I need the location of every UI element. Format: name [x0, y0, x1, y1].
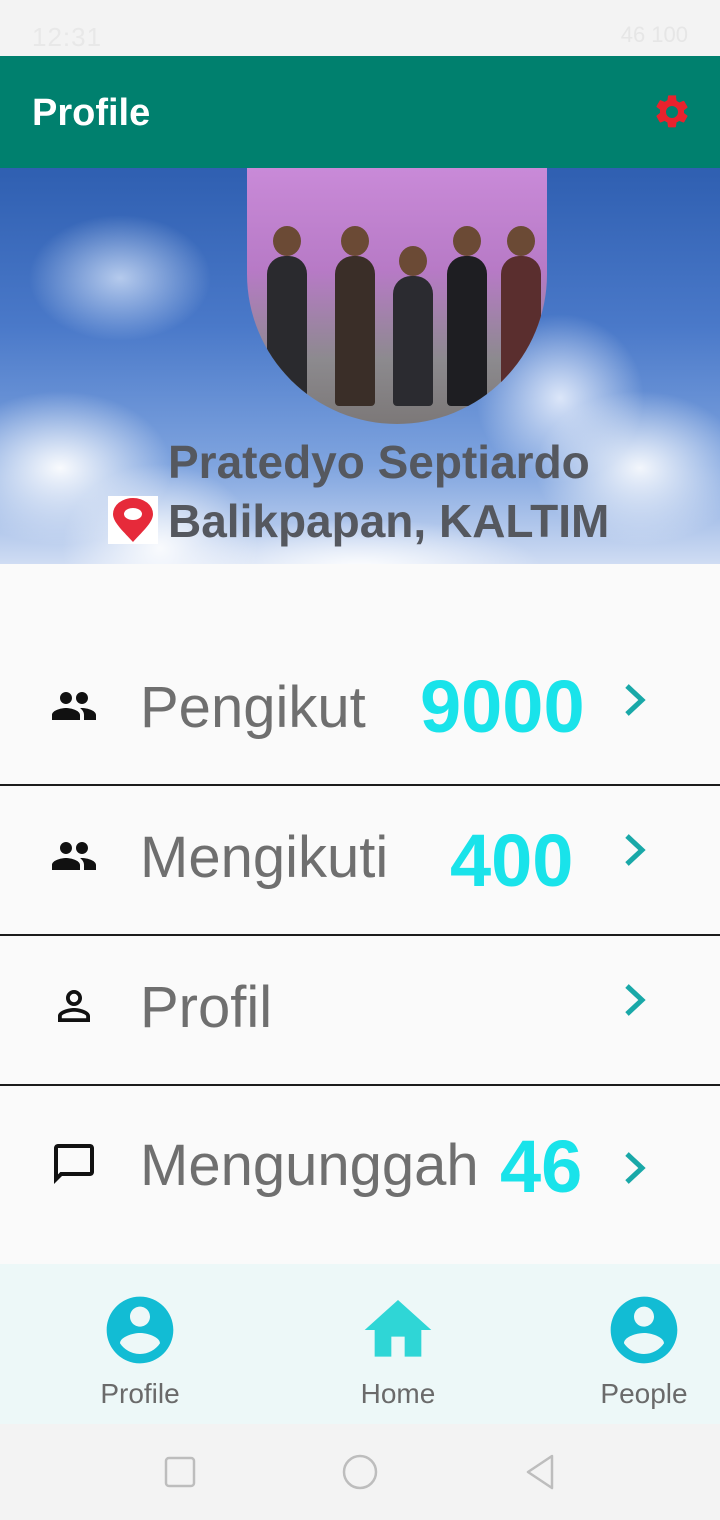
chat-bubble-icon [54, 1144, 94, 1184]
account-circle-icon [610, 1296, 678, 1364]
profile-header: Pratedyo Septiardo Balikpapan, KALTIM [0, 168, 720, 564]
nav-label: Profile [100, 1378, 180, 1409]
person-outline-icon [58, 990, 90, 1022]
nav-item-home[interactable]: Home [278, 1264, 518, 1424]
follower-count: 9000 [420, 665, 585, 748]
page-title: Profile [32, 92, 151, 134]
nav-item-profile[interactable]: Profile [20, 1264, 260, 1424]
status-time: 12:31 [32, 22, 103, 52]
nav-item-people[interactable]: People [524, 1264, 720, 1424]
menu-item-followers[interactable]: Pengikut 9000 [0, 636, 720, 786]
menu-item-profile[interactable]: Profil [0, 936, 720, 1086]
menu-item-uploads[interactable]: Mengunggah 46 [0, 1086, 720, 1236]
people-icon [52, 692, 96, 720]
profile-photo[interactable] [247, 168, 547, 424]
user-name: Pratedyo Septiardo [168, 436, 590, 488]
chevron-right-icon [625, 684, 646, 716]
menu-label: Mengunggah [140, 1133, 479, 1198]
back-button[interactable] [520, 1452, 560, 1492]
chevron-right-icon [625, 984, 646, 1016]
following-count: 400 [450, 819, 574, 902]
chevron-right-icon [625, 834, 646, 866]
photo-figure [335, 226, 375, 406]
menu-label: Profil [140, 975, 273, 1040]
nav-label: Home [360, 1378, 436, 1409]
chevron-right-icon [625, 1152, 646, 1184]
menu-item-following[interactable]: Mengikuti 400 [0, 786, 720, 936]
menu-label: Pengikut [140, 675, 366, 740]
status-indicators: 46 100 [620, 22, 688, 47]
location-pin-icon [108, 496, 158, 544]
photo-figure [393, 246, 433, 406]
people-icon [52, 842, 96, 870]
status-bar: 12:31 46 100 [0, 0, 720, 56]
bottom-navigation: Profile Home People [0, 1264, 720, 1424]
gear-icon[interactable] [652, 92, 692, 132]
home-button[interactable] [340, 1452, 380, 1492]
account-circle-icon [106, 1296, 174, 1364]
system-navigation-bar [0, 1424, 720, 1520]
photo-figure [447, 226, 487, 406]
recents-button[interactable] [160, 1452, 200, 1492]
upload-count: 46 [500, 1125, 583, 1208]
app-bar: Profile [0, 56, 720, 168]
photo-figure [501, 226, 541, 406]
location-text: Balikpapan, KALTIM [168, 495, 610, 547]
photo-figure [267, 226, 307, 406]
menu-label: Mengikuti [140, 825, 389, 890]
nav-label: People [600, 1378, 688, 1409]
home-icon [364, 1300, 432, 1357]
